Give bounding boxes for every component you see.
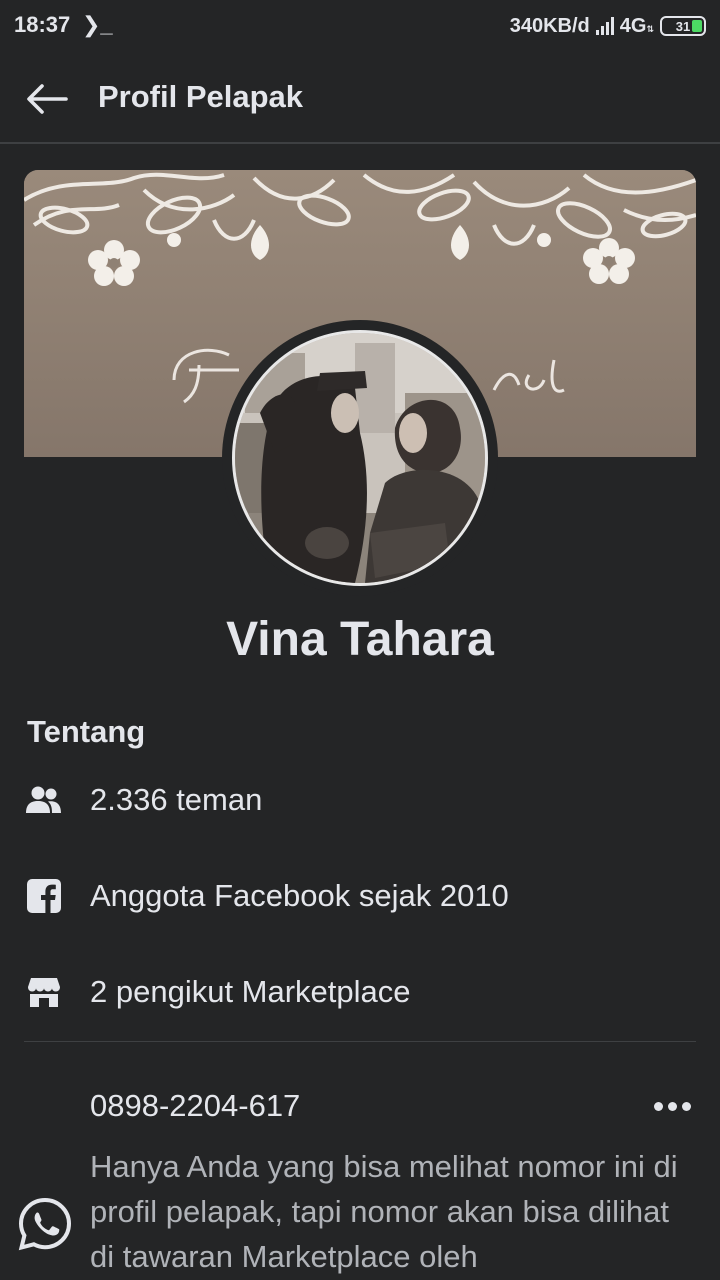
avatar[interactable] [232,330,488,586]
battery-level: 31 [675,18,691,34]
phone-visibility-note: Hanya Anda yang bisa melihat nomor ini d… [90,1149,678,1274]
info-row-marketplace-followers: 2 pengikut Marketplace [24,967,411,1017]
phone-number: 0898-2204-617 [90,1088,301,1123]
app-header: Profil Pelapak [0,52,720,144]
info-row-friends: 2.336 teman [24,775,262,825]
facebook-icon [24,876,64,916]
status-time: 18:37 [14,12,71,37]
avatar-photo [235,333,485,583]
whatsapp-icon [18,1197,72,1251]
net-speed: 340KB/d [509,14,590,37]
signal-icon [595,17,614,35]
about-section-title: Tentang [27,714,146,749]
arrow-left-icon [27,84,68,114]
status-indicators: 340KB/d 4G⇅ 31 [510,12,706,40]
back-button[interactable] [22,74,72,124]
profile-name: Vina Tahara [226,613,494,666]
battery-icon: 31 [660,16,706,36]
page-title: Profil Pelapak [98,79,304,114]
friends-icon [24,780,64,820]
marketplace-store-icon [24,972,64,1012]
status-bar: 18:37 ❯_ 340KB/d 4G⇅ 31 [0,0,720,52]
network-type: 4G⇅ [619,14,654,37]
info-row-member-since: Anggota Facebook sejak 2010 [24,871,509,921]
member-since: Anggota Facebook sejak 2010 [90,878,509,913]
friends-count: 2.336 teman [90,782,263,817]
divider [24,1041,696,1042]
marketplace-followers: 2 pengikut Marketplace [90,974,411,1009]
more-options-button[interactable] [646,1088,698,1124]
terminal-icon: ❯_ [82,12,113,37]
